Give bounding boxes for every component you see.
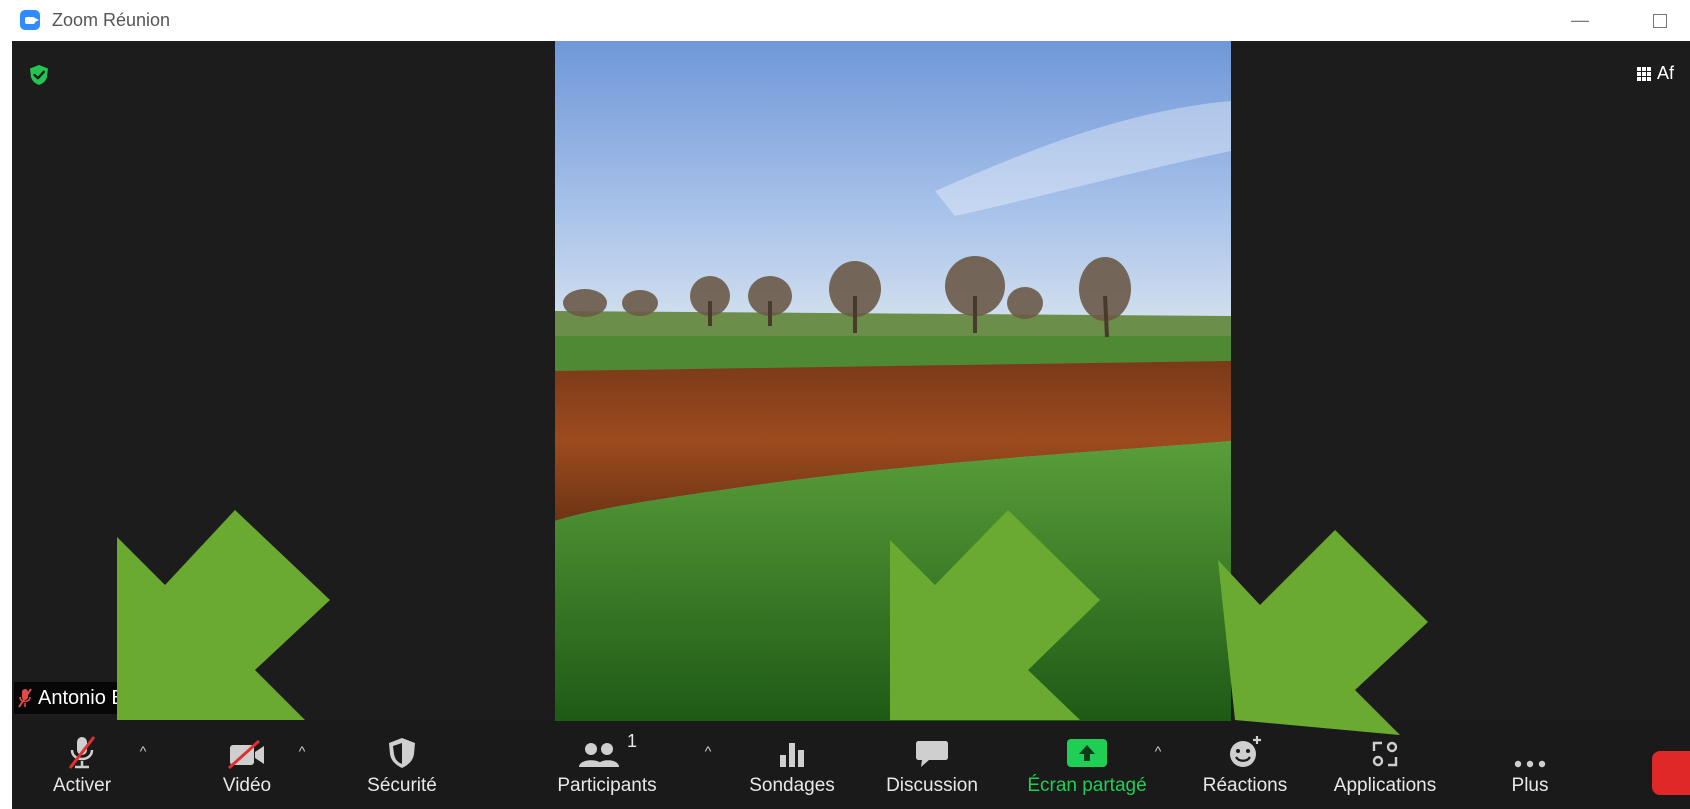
participants-label: Participants	[557, 775, 657, 796]
end-meeting-button[interactable]	[1652, 751, 1690, 795]
participant-name: Antonio BISPO_...	[38, 686, 201, 709]
mic-muted-icon	[18, 688, 32, 708]
apps-label: Applications	[1333, 775, 1437, 796]
video-options-caret[interactable]: ^	[294, 743, 310, 759]
video-button[interactable]: Vidéo	[207, 721, 287, 809]
share-screen-label: Écran partagé	[1027, 775, 1147, 796]
mute-button[interactable]: Activer	[42, 721, 122, 809]
bar-chart-icon	[780, 743, 804, 767]
more-button[interactable]: Plus	[1490, 721, 1570, 809]
ellipsis-icon	[1514, 760, 1546, 768]
grid-icon	[1637, 66, 1651, 81]
shield-icon	[389, 738, 415, 768]
participants-options-caret[interactable]: ^	[700, 743, 716, 759]
participants-button[interactable]: 1 Participants	[547, 721, 667, 809]
mic-muted-icon	[68, 736, 96, 769]
participant-video	[555, 41, 1231, 721]
reactions-label: Réactions	[1202, 775, 1288, 796]
chat-bubble-icon	[916, 741, 948, 767]
smiley-plus-icon	[1230, 736, 1261, 767]
maximize-icon	[1653, 14, 1667, 29]
share-screen-up-arrow-icon	[1067, 739, 1107, 767]
zoom-camera-icon	[20, 10, 40, 30]
green-shield-check-icon[interactable]	[28, 64, 50, 86]
participant-count: 1	[626, 731, 637, 751]
view-button-label: Af	[1657, 63, 1675, 83]
participant-name-tag: Antonio BISPO_...	[14, 682, 211, 714]
reactions-button[interactable]: Réactions	[1190, 721, 1300, 809]
minimize-button[interactable]: —	[1560, 6, 1600, 34]
polls-label: Sondages	[749, 775, 835, 796]
camera-off-icon	[227, 739, 264, 769]
mute-label: Activer	[52, 775, 112, 796]
people-icon	[578, 743, 619, 767]
share-screen-button[interactable]: Écran partagé	[1017, 721, 1157, 809]
title-bar: Zoom Réunion —	[0, 0, 1690, 40]
polls-button[interactable]: Sondages	[742, 721, 842, 809]
mute-options-caret[interactable]: ^	[135, 743, 151, 759]
chat-label: Discussion	[886, 775, 978, 796]
apps-icon	[1372, 741, 1398, 767]
security-label: Sécurité	[367, 775, 437, 796]
meeting-toolbar: Activer ^ Vidéo ^ Sécurité 1 Participant…	[12, 721, 1690, 809]
view-switch-button[interactable]: Af	[1637, 63, 1674, 84]
maximize-button[interactable]	[1640, 6, 1680, 34]
share-options-caret[interactable]: ^	[1150, 743, 1166, 759]
window-title: Zoom Réunion	[52, 9, 171, 30]
security-button[interactable]: Sécurité	[352, 721, 452, 809]
more-label: Plus	[1511, 775, 1549, 796]
video-label: Vidéo	[222, 775, 272, 796]
apps-button[interactable]: Applications	[1320, 721, 1450, 809]
chat-button[interactable]: Discussion	[877, 721, 987, 809]
meeting-area: Af Antonio BISPO_... Activer ^ Vidéo ^ S…	[12, 41, 1690, 809]
